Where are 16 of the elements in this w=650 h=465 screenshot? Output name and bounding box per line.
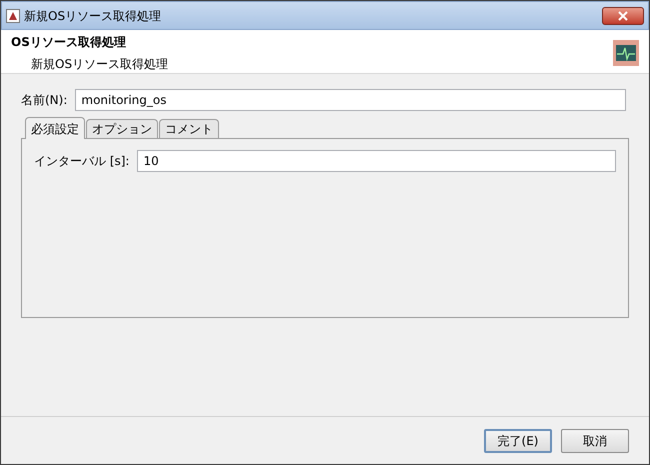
dialog-button[interactable]: 取消	[561, 428, 629, 452]
name-field[interactable]: monitoring_os	[75, 89, 626, 111]
tab[interactable]: コメント	[159, 119, 219, 138]
name-label: 名前(N):	[21, 92, 68, 109]
close-button[interactable]	[602, 6, 644, 24]
interval-label: インターバル [s]:	[34, 153, 130, 170]
interval-field[interactable]: 10	[137, 150, 616, 172]
close-icon	[618, 10, 628, 20]
app-icon	[6, 8, 20, 22]
dialog-button[interactable]: 完了(E)	[484, 428, 552, 452]
header-title: OSリソース取得処理	[11, 34, 127, 51]
window-title: 新規OSリソース取得処理	[24, 8, 162, 24]
monitor-icon	[613, 40, 639, 66]
header-subtitle: 新規OSリソース取得処理	[31, 56, 168, 73]
tab[interactable]: オプション	[86, 119, 158, 138]
tab[interactable]: 必須設定	[25, 117, 85, 139]
